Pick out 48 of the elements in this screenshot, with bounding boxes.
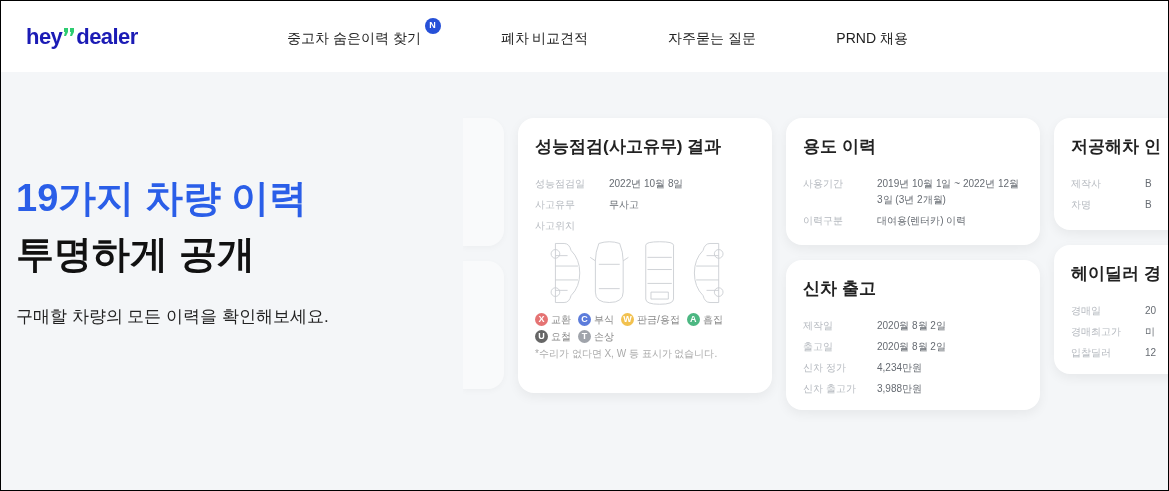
row-value: B <box>1145 197 1152 212</box>
row-value: B <box>1145 176 1152 191</box>
row-label: 제작일 <box>803 318 834 333</box>
row-value: 20 <box>1145 303 1157 318</box>
row-value: 3,988만원 <box>877 381 923 396</box>
row-value: 미 <box>1145 324 1155 339</box>
row-value: 2020월 8월 2일 <box>877 318 946 333</box>
nav-link[interactable]: 폐차 비교견적 <box>500 28 589 49</box>
row-value: 2022년 10월 8일 <box>609 176 684 191</box>
logo[interactable]: hey dealer <box>26 20 138 53</box>
legend-label: 부식 <box>594 312 614 327</box>
row-label: 신차 출고가 <box>803 381 857 396</box>
legend-label: 교환 <box>551 312 571 327</box>
row-value: 무사고 <box>609 197 639 212</box>
hero-subtitle: 구매할 차량의 모든 이력을 확인해보세요. <box>16 306 330 328</box>
row-label: 사용기간 <box>803 176 844 191</box>
row-value: 4,234만원 <box>877 360 923 375</box>
legend-note: *수리가 없다면 X, W 등 표시가 없습니다. <box>535 346 719 361</box>
legend-label: 판금/용접 <box>637 312 680 327</box>
quote-icon <box>63 27 76 38</box>
card-title: 저공해차 인 <box>1071 136 1162 158</box>
row-label: 출고일 <box>803 339 834 354</box>
row-label: 경매최고가 <box>1071 324 1122 339</box>
row-value: 대여용(렌터카) 이력 <box>877 213 967 228</box>
card-title: 용도 이력 <box>803 136 877 158</box>
legend-label: 흠집 <box>702 312 723 327</box>
row-label: 사고유무 <box>535 197 576 212</box>
row-value: 2019년 10월 1일 ~ 2022년 12월 3일 (3년 2개월) <box>877 176 1021 207</box>
row-label: 입찰딜러 <box>1071 345 1112 360</box>
row-label: 사고위치 <box>535 218 576 233</box>
card-title: 신차 출고 <box>803 278 877 300</box>
row-label: 이력구분 <box>803 213 844 228</box>
nav-link[interactable]: 자주묻는 질문 <box>668 28 757 49</box>
hero-title: 투명하게 공개 <box>16 232 256 277</box>
row-value: 2020월 8월 2일 <box>877 339 946 354</box>
nav-link[interactable]: PRND 채용 <box>836 28 908 49</box>
new-badge: N <box>424 18 441 34</box>
row-value: 12 <box>1145 345 1157 360</box>
row-label: 신차 정가 <box>803 360 847 375</box>
card-title: 성능점검(사고유무) 결과 <box>535 136 723 158</box>
legend-label: 손상 <box>594 329 614 344</box>
row-label: 성능점검일 <box>535 176 586 191</box>
row-label: 경매일 <box>1071 303 1102 318</box>
card-title: 헤이딜러 경 <box>1071 263 1162 285</box>
row-label: 차명 <box>1071 197 1092 212</box>
legend-label: 요철 <box>551 329 571 344</box>
row-label: 제작사 <box>1071 176 1102 191</box>
hero-highlight-title: 19가지 차량 이력 <box>16 176 309 221</box>
